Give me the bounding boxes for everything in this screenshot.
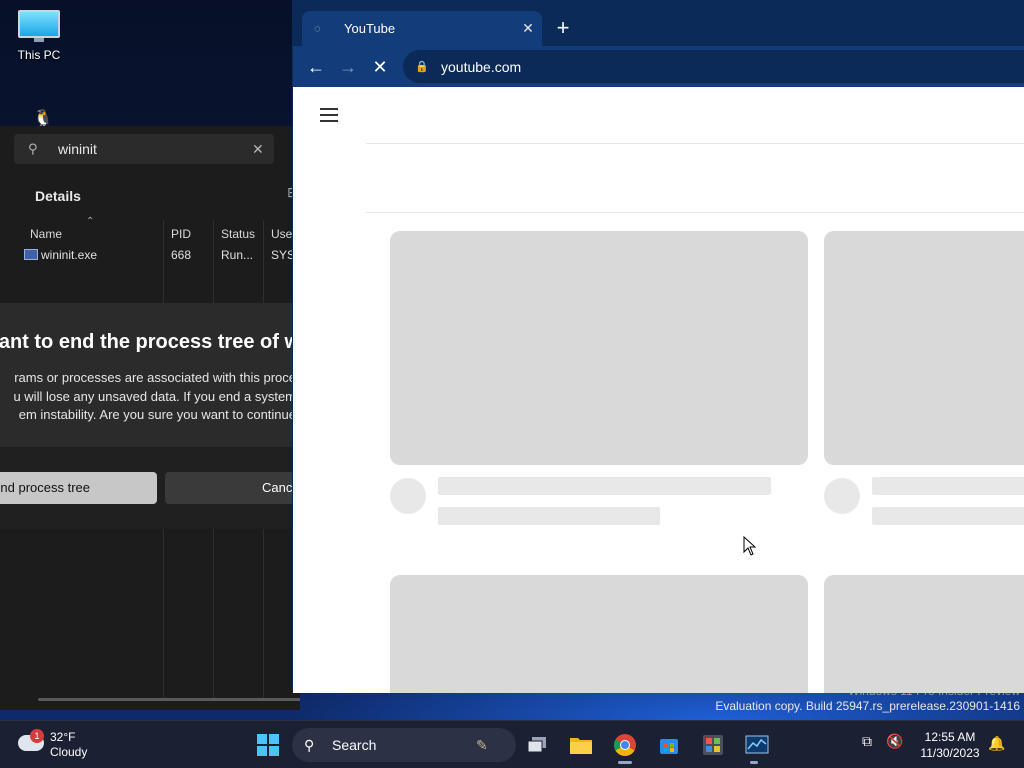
start-button[interactable] bbox=[251, 729, 285, 761]
video-thumbnail-placeholder[interactable] bbox=[824, 231, 1024, 465]
task-manager-button[interactable] bbox=[740, 729, 774, 761]
video-thumbnail-placeholder[interactable] bbox=[390, 575, 808, 693]
dialog-message: rams or processes are associated with th… bbox=[13, 370, 296, 422]
end-process-tree-button[interactable]: nd process tree bbox=[0, 472, 157, 504]
subtitle-placeholder bbox=[872, 507, 1024, 525]
close-tab-icon[interactable]: ✕ bbox=[514, 20, 542, 37]
column-pid[interactable]: PID bbox=[165, 220, 191, 248]
desktop-icon-this-pc[interactable]: This PC bbox=[10, 10, 68, 62]
browser-toolbar: ← → ✕ 🔒 youtube.com bbox=[293, 46, 1024, 87]
table-row[interactable]: wininit.exe 668 Run... SYST bbox=[0, 246, 300, 264]
tab-strip: ◌ YouTube ✕ + bbox=[293, 0, 1024, 46]
search-highlight-icon: ✎ bbox=[476, 736, 488, 753]
search-label: Search bbox=[332, 737, 377, 753]
search-icon: ⚲ bbox=[28, 141, 38, 156]
hamburger-menu-icon[interactable] bbox=[320, 108, 338, 122]
clock-time: 12:55 AM bbox=[924, 730, 976, 744]
loading-favicon-icon: ◌ bbox=[314, 22, 321, 35]
chips-divider bbox=[366, 212, 1024, 213]
weather-widget[interactable]: 1 32°F Cloudy bbox=[16, 729, 116, 761]
chrome-window: ◌ YouTube ✕ + ← → ✕ 🔒 youtube.com bbox=[292, 0, 1024, 693]
task-manager-search[interactable]: ⚲ wininit ✕ bbox=[14, 134, 274, 164]
process-icon bbox=[24, 249, 38, 260]
notification-bell-icon[interactable]: 🔔 bbox=[988, 735, 1005, 752]
lock-icon[interactable]: 🔒 bbox=[415, 60, 431, 73]
process-pid: 668 bbox=[171, 248, 192, 262]
stop-loading-button[interactable]: ✕ bbox=[365, 52, 395, 82]
process-status: Run... bbox=[221, 248, 254, 262]
weather-condition: Cloudy bbox=[50, 745, 88, 759]
network-icon[interactable]: ⧉ bbox=[862, 733, 872, 750]
cancel-button[interactable]: Canc bbox=[165, 472, 300, 504]
open-app-indicator bbox=[750, 761, 758, 764]
taskbar-search[interactable]: ⚲ Search ✎ bbox=[292, 728, 516, 762]
horizontal-scrollbar[interactable] bbox=[38, 698, 300, 701]
clear-search-icon[interactable]: ✕ bbox=[252, 141, 274, 158]
computer-icon bbox=[18, 10, 60, 42]
folder-icon bbox=[570, 738, 592, 754]
title-placeholder bbox=[438, 477, 771, 495]
subtitle-placeholder bbox=[438, 507, 660, 525]
volume-muted-icon[interactable]: 🔇 bbox=[886, 733, 903, 750]
end-process-tree-dialog: want to end the process tree of w rams o… bbox=[0, 303, 300, 529]
chrome-button[interactable] bbox=[608, 729, 642, 761]
video-thumbnail-placeholder[interactable] bbox=[390, 231, 808, 465]
youtube-page bbox=[293, 87, 1024, 693]
address-bar[interactable]: 🔒 youtube.com bbox=[403, 50, 1024, 83]
task-manager-icon bbox=[745, 735, 769, 754]
tab-title: YouTube bbox=[344, 21, 396, 36]
active-app-indicator bbox=[618, 761, 632, 764]
app-grid-icon bbox=[703, 735, 723, 755]
task-view-button[interactable] bbox=[520, 729, 554, 761]
store-icon bbox=[660, 739, 678, 754]
back-button[interactable]: ← bbox=[301, 52, 331, 82]
windows-logo-icon bbox=[257, 734, 279, 756]
calculator-button[interactable] bbox=[696, 729, 730, 761]
task-view-icon bbox=[527, 737, 546, 753]
column-name[interactable]: Name bbox=[24, 220, 62, 248]
new-tab-button[interactable]: + bbox=[549, 14, 577, 42]
desktop-icon-label: This PC bbox=[17, 48, 61, 62]
taskbar: 1 32°F Cloudy ⚲ Search ✎ ⧉ 🔇 12:55 AM 11… bbox=[0, 720, 1024, 768]
column-status[interactable]: Status bbox=[215, 220, 255, 248]
microsoft-store-button[interactable] bbox=[652, 729, 686, 761]
url-text[interactable]: youtube.com bbox=[441, 59, 521, 75]
clock-date: 11/30/2023 bbox=[920, 746, 980, 760]
file-explorer-button[interactable] bbox=[564, 729, 598, 761]
weather-temperature: 32°F bbox=[50, 730, 76, 744]
mouse-cursor-icon bbox=[743, 536, 757, 556]
column-headers: Name PID Status User bbox=[0, 220, 300, 248]
header-divider bbox=[366, 143, 1024, 144]
watermark-build: Evaluation copy. Build 25947.rs_prerelea… bbox=[715, 699, 1020, 713]
search-input[interactable]: wininit bbox=[58, 141, 252, 157]
tab-youtube[interactable]: ◌ YouTube ✕ bbox=[302, 11, 542, 46]
search-icon: ⚲ bbox=[304, 736, 315, 753]
chrome-icon bbox=[614, 734, 636, 756]
section-title: Details bbox=[35, 188, 81, 204]
system-clock[interactable]: 12:55 AM 11/30/2023 bbox=[912, 729, 988, 761]
video-thumbnail-placeholder[interactable] bbox=[824, 575, 1024, 693]
process-name: wininit.exe bbox=[41, 248, 98, 262]
forward-button[interactable]: → bbox=[333, 52, 363, 82]
channel-avatar-placeholder bbox=[824, 478, 860, 514]
dialog-title: want to end the process tree of w bbox=[0, 331, 300, 353]
notification-badge: 1 bbox=[30, 729, 44, 743]
channel-avatar-placeholder bbox=[390, 478, 426, 514]
title-placeholder bbox=[872, 477, 1024, 495]
